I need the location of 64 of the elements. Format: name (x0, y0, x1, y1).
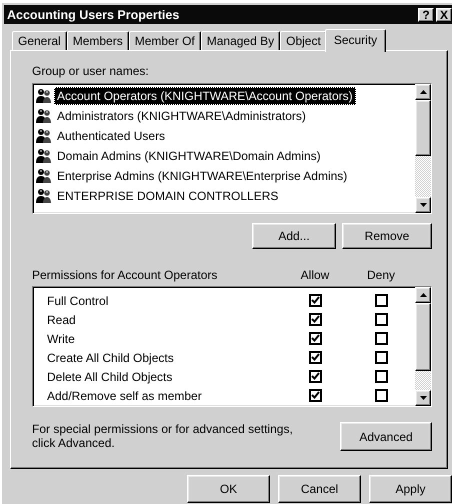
tab[interactable]: General (12, 31, 67, 50)
window-title: Accounting Users Properties (7, 8, 180, 22)
users-icon (35, 128, 53, 144)
users-icon (35, 88, 53, 104)
allow-checkbox[interactable] (308, 332, 322, 345)
list-item[interactable]: Enterprise Admins (KNIGHTWARE\Enterprise Admins) (54, 167, 350, 185)
allow-checkbox[interactable] (308, 351, 322, 364)
permission-name: Read (47, 312, 77, 326)
column-header: Allow (300, 268, 330, 282)
deny-checkbox[interactable] (374, 294, 388, 307)
deny-checkbox[interactable] (374, 370, 388, 383)
tab[interactable]: Security (324, 29, 386, 52)
scroll-thumb[interactable] (415, 100, 431, 156)
scroll-down-button[interactable] (415, 390, 431, 406)
up-arrow-icon (420, 90, 426, 94)
remove-button[interactable]: Remove (342, 223, 432, 249)
permission-name: Add/Remove self as member (47, 388, 203, 402)
down-arrow-icon (420, 396, 426, 400)
tab[interactable]: Object (280, 31, 327, 50)
users-icon (35, 108, 53, 124)
scrollbar[interactable] (415, 84, 431, 213)
add-button[interactable]: Add... (252, 223, 336, 249)
permission-name: Delete All Child Objects (47, 370, 174, 384)
deny-checkbox[interactable] (374, 351, 388, 364)
list-item[interactable]: ENTERPRISE DOMAIN CONTROLLERS (54, 187, 282, 205)
deny-checkbox[interactable] (374, 313, 388, 326)
list-item[interactable]: Authenticated Users (54, 127, 168, 145)
list-item[interactable]: Administrators (KNIGHTWARE\Administrators) (54, 107, 309, 125)
allow-checkbox[interactable] (308, 294, 322, 307)
scroll-down-button[interactable] (415, 197, 431, 213)
allow-checkbox[interactable] (308, 389, 322, 402)
group-list[interactable] (32, 83, 432, 214)
column-header: Deny (366, 268, 396, 282)
users-icon (35, 148, 53, 164)
scrollbar[interactable] (415, 287, 431, 406)
deny-checkbox[interactable] (374, 332, 388, 345)
list-label: Group or user names: (32, 64, 150, 78)
cancel-button[interactable]: Cancel (278, 475, 361, 503)
list-item[interactable]: Domain Admins (KNIGHTWARE\Domain Admins) (54, 147, 324, 165)
help-button[interactable]: ? (418, 8, 434, 22)
deny-checkbox[interactable] (374, 389, 388, 402)
tab[interactable]: Member Of (128, 31, 201, 50)
up-arrow-icon (420, 293, 426, 297)
advanced-note: For special permissions or for advanced settings, click Advanced. (32, 422, 294, 450)
list-item[interactable]: Account Operators (KNIGHTWARE\Account Operators) (54, 87, 356, 105)
advanced-button[interactable]: Advanced (340, 422, 432, 451)
permission-name: Create All Child Objects (47, 350, 175, 364)
scroll-thumb[interactable] (415, 303, 431, 371)
apply-button[interactable]: Apply (369, 475, 452, 503)
permission-name: Full Control (47, 294, 110, 308)
tab[interactable]: Members (66, 31, 129, 50)
users-icon (35, 168, 53, 184)
permissions-list[interactable]: Full Control Read Write Create All Child Objects Delete All Child Objects Add/Remove self as member (32, 286, 432, 407)
permission-name: Write (47, 332, 76, 346)
allow-checkbox[interactable] (308, 313, 322, 326)
allow-checkbox[interactable] (308, 370, 322, 383)
permissions-label: Permissions for Account Operators (32, 268, 218, 282)
scroll-up-button[interactable] (415, 287, 431, 303)
down-arrow-icon (420, 203, 426, 207)
ok-button[interactable]: OK (187, 475, 270, 503)
scroll-up-button[interactable] (415, 84, 431, 100)
close-button[interactable]: X (436, 8, 452, 22)
tab[interactable]: Managed By (200, 31, 280, 50)
users-icon (35, 188, 53, 204)
